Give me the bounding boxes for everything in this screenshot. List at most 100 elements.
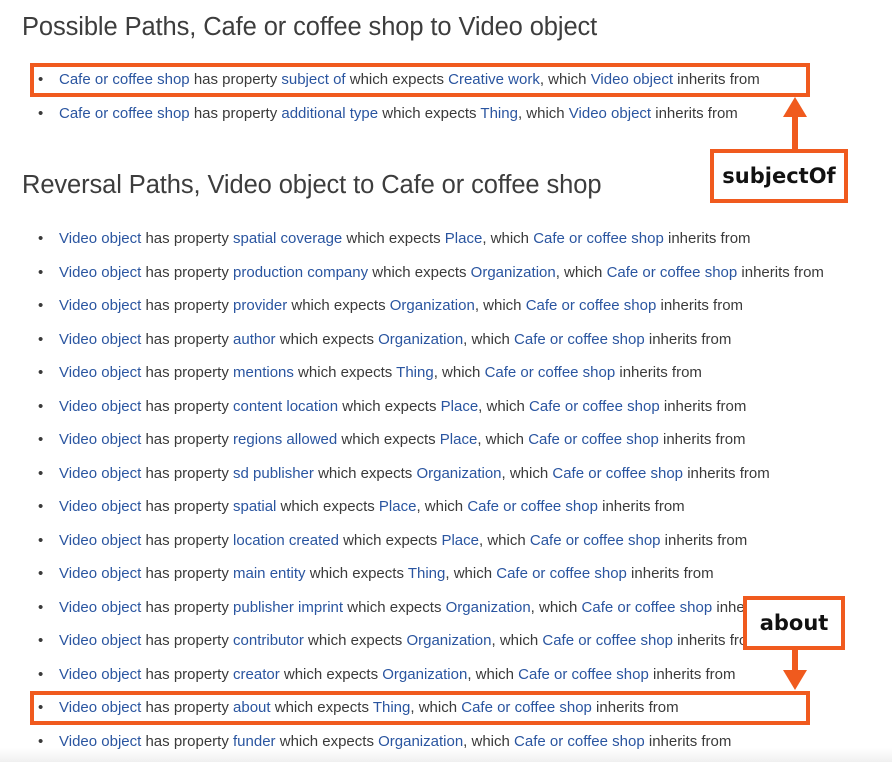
- property-link[interactable]: about: [233, 699, 271, 716]
- property-link[interactable]: additional type: [281, 105, 378, 122]
- subject-link[interactable]: Video object: [59, 699, 141, 716]
- property-link[interactable]: main entity: [233, 565, 306, 582]
- property-link[interactable]: contributor: [233, 632, 304, 649]
- list-item: • Video object has property about which e…: [38, 697, 679, 719]
- expects-link[interactable]: Organization: [416, 465, 501, 482]
- which-link[interactable]: Cafe or coffee shop: [607, 264, 738, 281]
- subject-link[interactable]: Video object: [59, 733, 141, 750]
- which-link[interactable]: Cafe or coffee shop: [526, 297, 657, 314]
- subject-link[interactable]: Video object: [59, 532, 141, 549]
- which-link[interactable]: Cafe or coffee shop: [530, 532, 661, 549]
- property-link[interactable]: publisher imprint: [233, 599, 343, 616]
- static-text: which expects: [313, 465, 417, 482]
- static-text: which expects: [293, 364, 397, 381]
- static-text: has property: [141, 532, 234, 549]
- subject-link[interactable]: Video object: [59, 431, 141, 448]
- expects-link[interactable]: Organization: [378, 331, 463, 348]
- static-text: , which: [482, 230, 534, 247]
- expects-link[interactable]: Organization: [406, 632, 491, 649]
- which-link[interactable]: Video object: [591, 71, 673, 88]
- which-link[interactable]: Video object: [569, 105, 651, 122]
- which-link[interactable]: Cafe or coffee shop: [533, 230, 664, 247]
- property-link[interactable]: content location: [233, 398, 338, 415]
- list-item: • Video object has property regions allow…: [38, 429, 746, 451]
- expects-link[interactable]: Organization: [471, 264, 556, 281]
- static-text: which expects: [378, 105, 481, 122]
- bullet: •: [38, 105, 44, 122]
- which-link[interactable]: Cafe or coffee shop: [518, 666, 649, 683]
- static-text: inherits from: [644, 733, 732, 750]
- static-text: inherits from: [626, 565, 714, 582]
- subject-link[interactable]: Video object: [59, 398, 141, 415]
- property-link[interactable]: sd publisher: [233, 465, 314, 482]
- subject-link[interactable]: Video object: [59, 498, 141, 515]
- which-link[interactable]: Cafe or coffee shop: [514, 331, 645, 348]
- expects-link[interactable]: Place: [441, 532, 479, 549]
- which-link[interactable]: Cafe or coffee shop: [542, 632, 673, 649]
- about-callout: about: [743, 596, 845, 650]
- expects-link[interactable]: Place: [379, 498, 417, 515]
- bullet: •: [38, 364, 44, 381]
- property-link[interactable]: subject of: [281, 71, 345, 88]
- bullet: •: [38, 733, 44, 750]
- static-text: has property: [141, 498, 234, 515]
- subject-link[interactable]: Video object: [59, 230, 141, 247]
- bullet: •: [38, 297, 44, 314]
- static-text: , which: [474, 297, 526, 314]
- expects-link[interactable]: Thing: [408, 565, 446, 582]
- expects-link[interactable]: Thing: [396, 364, 434, 381]
- property-link[interactable]: location created: [233, 532, 339, 549]
- subject-link[interactable]: Video object: [59, 599, 141, 616]
- bullet: •: [38, 264, 44, 281]
- which-link[interactable]: Cafe or coffee shop: [467, 498, 598, 515]
- expects-link[interactable]: Place: [440, 431, 478, 448]
- expects-link[interactable]: Place: [441, 398, 479, 415]
- expects-link[interactable]: Organization: [378, 733, 463, 750]
- subject-link[interactable]: Video object: [59, 465, 141, 482]
- subject-link[interactable]: Video object: [59, 565, 141, 582]
- bullet: •: [38, 532, 44, 549]
- property-link[interactable]: spatial: [233, 498, 276, 515]
- subject-link[interactable]: Cafe or coffee shop: [59, 71, 190, 88]
- property-link[interactable]: creator: [233, 666, 280, 683]
- bullet: •: [38, 71, 44, 88]
- static-text: , which: [501, 465, 553, 482]
- expects-link[interactable]: Organization: [382, 666, 467, 683]
- expects-link[interactable]: Place: [445, 230, 483, 247]
- subject-link[interactable]: Video object: [59, 666, 141, 683]
- expects-link[interactable]: Organization: [390, 297, 475, 314]
- subject-link[interactable]: Video object: [59, 364, 141, 381]
- static-text: , which: [478, 398, 530, 415]
- which-link[interactable]: Cafe or coffee shop: [529, 398, 660, 415]
- subject-link[interactable]: Video object: [59, 264, 141, 281]
- subject-link[interactable]: Video object: [59, 331, 141, 348]
- expects-link[interactable]: Organization: [446, 599, 531, 616]
- subject-link[interactable]: Cafe or coffee shop: [59, 105, 190, 122]
- which-link[interactable]: Cafe or coffee shop: [528, 431, 659, 448]
- which-link[interactable]: Cafe or coffee shop: [552, 465, 683, 482]
- property-link[interactable]: provider: [233, 297, 287, 314]
- expects-link[interactable]: Creative work: [448, 71, 540, 88]
- which-link[interactable]: Cafe or coffee shop: [514, 733, 645, 750]
- property-link[interactable]: spatial coverage: [233, 230, 342, 247]
- property-link[interactable]: funder: [233, 733, 276, 750]
- static-text: which expects: [305, 565, 408, 582]
- static-text: inherits from: [651, 105, 738, 122]
- static-text: which expects: [270, 699, 373, 716]
- list-item: • Video object has property author which …: [38, 329, 731, 351]
- subject-link[interactable]: Video object: [59, 297, 141, 314]
- property-link[interactable]: mentions: [233, 364, 294, 381]
- list-item: • Video object has property content locat…: [38, 396, 746, 418]
- property-link[interactable]: author: [233, 331, 276, 348]
- expects-link[interactable]: Thing: [480, 105, 518, 122]
- which-link[interactable]: Cafe or coffee shop: [461, 699, 592, 716]
- subject-link[interactable]: Video object: [59, 632, 141, 649]
- which-link[interactable]: Cafe or coffee shop: [485, 364, 616, 381]
- which-link[interactable]: Cafe or coffee shop: [582, 599, 713, 616]
- which-link[interactable]: Cafe or coffee shop: [496, 565, 627, 582]
- property-link[interactable]: production company: [233, 264, 368, 281]
- expects-link[interactable]: Thing: [373, 699, 411, 716]
- arrow-shaft: [792, 649, 798, 671]
- static-text: inherits from: [658, 431, 746, 448]
- property-link[interactable]: regions allowed: [233, 431, 337, 448]
